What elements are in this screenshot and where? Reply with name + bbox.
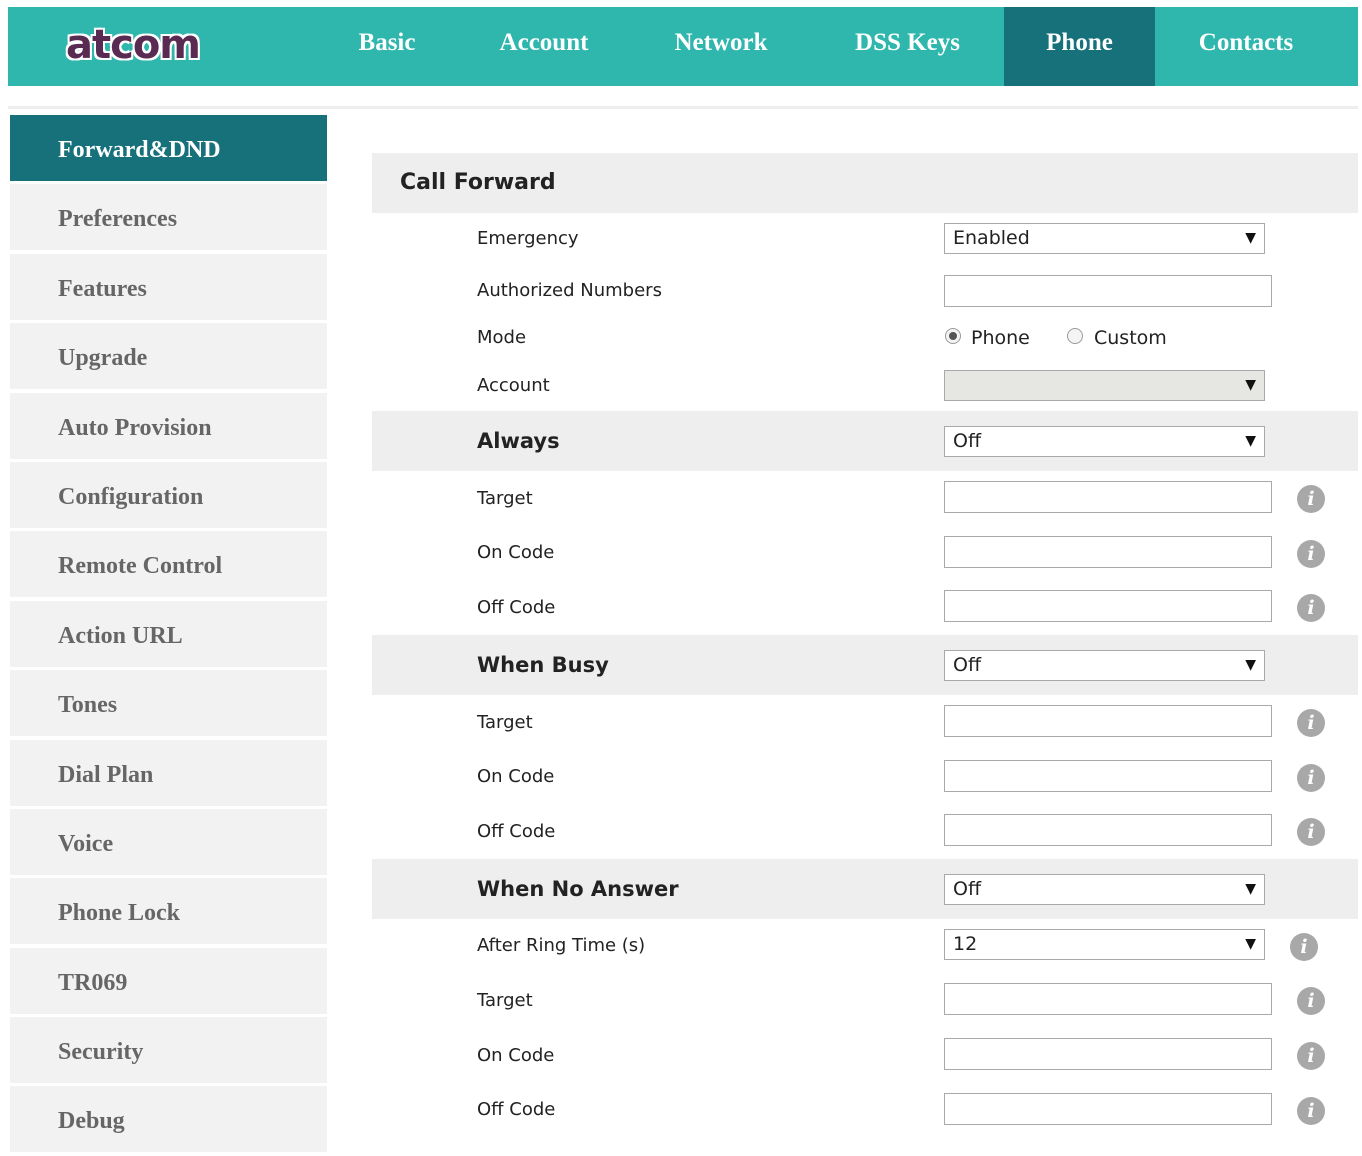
sidebar-menu: Forward&DND Preferences Features Upgrade… [10, 115, 327, 1156]
when-busy-label: When Busy [477, 653, 609, 677]
chevron-down-icon: ▼ [1245, 433, 1256, 449]
sidebar-item-phone-lock[interactable]: Phone Lock [10, 878, 327, 945]
sidebar-item-preferences[interactable]: Preferences [10, 184, 327, 251]
header-divider [8, 106, 1358, 109]
info-icon[interactable]: i [1297, 485, 1325, 513]
chevron-down-icon: ▼ [1245, 377, 1256, 393]
mode-radio-custom-label: Custom [1094, 327, 1167, 349]
sidebar-item-tones[interactable]: Tones [10, 670, 327, 737]
sidebar-item-debug[interactable]: Debug [10, 1086, 327, 1153]
sidebar-item-tr069[interactable]: TR069 [10, 947, 327, 1014]
atcom-logo: atcom [66, 22, 201, 68]
chevron-down-icon: ▼ [1245, 881, 1256, 897]
always-select-value: Off [953, 430, 982, 452]
ring-time-select-value: 12 [953, 933, 978, 955]
ring-time-select[interactable]: 12 ▼ [944, 929, 1265, 960]
sidebar-item-remote-control[interactable]: Remote Control [10, 531, 327, 598]
always-target-input[interactable] [944, 481, 1272, 513]
sidebar-item-security[interactable]: Security [10, 1017, 327, 1084]
info-icon[interactable]: i [1290, 933, 1318, 961]
when-no-answer-target-input[interactable] [944, 983, 1272, 1015]
info-icon[interactable]: i [1297, 1042, 1325, 1070]
info-icon[interactable]: i [1297, 818, 1325, 846]
when-busy-on-code-label: On Code [477, 766, 555, 787]
nav-tab-dss-keys[interactable]: DSS Keys [832, 7, 983, 86]
top-navigation-bar: atcom Basic Account Network DSS Keys Pho… [8, 7, 1358, 86]
mode-radio-custom[interactable] [1067, 328, 1083, 344]
always-select[interactable]: Off ▼ [944, 426, 1265, 457]
account-select[interactable]: ▼ [944, 370, 1265, 401]
info-icon[interactable]: i [1297, 987, 1325, 1015]
emergency-label: Emergency [477, 228, 579, 249]
when-no-answer-select-value: Off [953, 878, 982, 900]
sidebar-item-action-url[interactable]: Action URL [10, 600, 327, 667]
nav-tab-contacts[interactable]: Contacts [1168, 7, 1324, 86]
always-target-label: Target [477, 488, 533, 509]
mode-label: Mode [477, 327, 527, 348]
when-busy-target-label: Target [477, 712, 533, 733]
when-no-answer-select[interactable]: Off ▼ [944, 874, 1265, 905]
when-no-answer-on-code-input[interactable] [944, 1038, 1272, 1070]
mode-radio-phone-label: Phone [971, 327, 1030, 349]
sidebar-item-upgrade[interactable]: Upgrade [10, 323, 327, 390]
info-icon[interactable]: i [1297, 594, 1325, 622]
when-busy-off-code-input[interactable] [944, 814, 1272, 846]
info-icon[interactable]: i [1297, 764, 1325, 792]
chevron-down-icon: ▼ [1245, 657, 1256, 673]
when-no-answer-off-code-input[interactable] [944, 1093, 1272, 1125]
radio-selected-dot [949, 332, 957, 340]
authorized-numbers-label: Authorized Numbers [477, 280, 662, 301]
sidebar-item-dial-plan[interactable]: Dial Plan [10, 739, 327, 806]
emergency-select[interactable]: Enabled ▼ [944, 223, 1265, 254]
nav-tab-account[interactable]: Account [480, 7, 608, 86]
always-label: Always [477, 429, 560, 453]
mode-radio-phone[interactable] [945, 328, 961, 344]
sidebar-item-forward-dnd[interactable]: Forward&DND [10, 115, 327, 181]
authorized-numbers-input[interactable] [944, 275, 1272, 307]
sidebar-item-auto-provision[interactable]: Auto Provision [10, 392, 327, 459]
when-no-answer-label: When No Answer [477, 877, 679, 901]
when-busy-select-value: Off [953, 654, 982, 676]
info-icon[interactable]: i [1297, 709, 1325, 737]
when-no-answer-target-label: Target [477, 990, 533, 1011]
sidebar-item-configuration[interactable]: Configuration [10, 461, 327, 528]
always-off-code-label: Off Code [477, 597, 556, 618]
when-no-answer-off-code-label: Off Code [477, 1099, 556, 1120]
emergency-select-value: Enabled [953, 227, 1030, 249]
account-label: Account [477, 375, 550, 396]
sidebar-item-voice[interactable]: Voice [10, 808, 327, 875]
always-on-code-input[interactable] [944, 536, 1272, 568]
nav-tab-network[interactable]: Network [653, 7, 789, 86]
when-no-answer-on-code-label: On Code [477, 1045, 555, 1066]
sidebar-item-features[interactable]: Features [10, 253, 327, 320]
chevron-down-icon: ▼ [1245, 936, 1256, 952]
when-busy-select[interactable]: Off ▼ [944, 650, 1265, 681]
always-on-code-label: On Code [477, 542, 555, 563]
ring-time-label: After Ring Time (s) [477, 935, 646, 956]
call-forward-title: Call Forward [400, 170, 556, 195]
when-busy-on-code-input[interactable] [944, 760, 1272, 792]
when-busy-off-code-label: Off Code [477, 821, 556, 842]
when-busy-target-input[interactable] [944, 705, 1272, 737]
nav-tab-basic[interactable]: Basic [339, 7, 435, 86]
info-icon[interactable]: i [1297, 540, 1325, 568]
always-off-code-input[interactable] [944, 590, 1272, 622]
nav-tab-phone[interactable]: Phone [1004, 7, 1155, 86]
chevron-down-icon: ▼ [1245, 230, 1256, 246]
info-icon[interactable]: i [1297, 1097, 1325, 1125]
